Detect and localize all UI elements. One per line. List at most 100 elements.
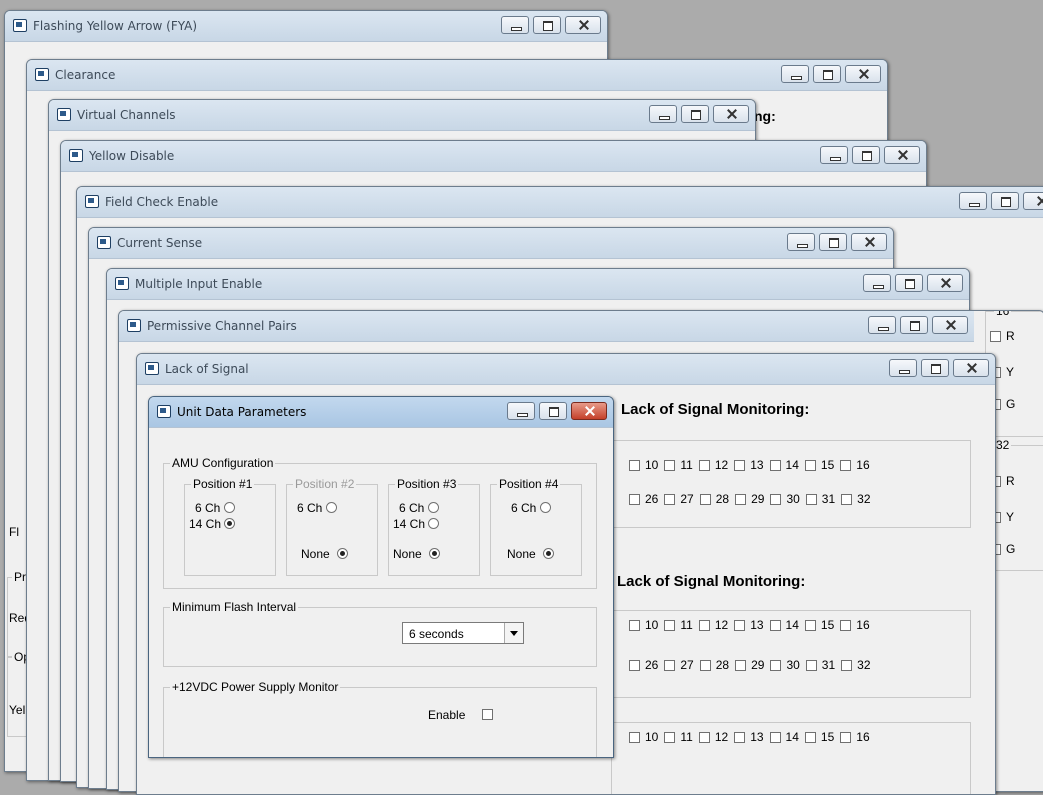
ch-label: 14 bbox=[785, 458, 799, 472]
ch-32-checkbox[interactable] bbox=[841, 493, 853, 505]
ch-15-checkbox[interactable] bbox=[804, 619, 816, 631]
min-flash-select[interactable]: 6 seconds bbox=[402, 622, 524, 644]
position-2-6ch[interactable]: 6 Ch bbox=[297, 501, 337, 515]
position-3-6ch-radio[interactable] bbox=[427, 502, 439, 513]
close-button[interactable] bbox=[927, 274, 963, 292]
ch-16-checkbox[interactable] bbox=[840, 731, 852, 743]
position-4-6ch[interactable]: 6 Ch bbox=[511, 501, 551, 515]
close-button[interactable] bbox=[884, 146, 920, 164]
minimize-button[interactable] bbox=[959, 192, 987, 210]
maximize-button[interactable] bbox=[533, 16, 561, 34]
ch-29-checkbox[interactable] bbox=[735, 493, 747, 505]
ch-26-checkbox[interactable] bbox=[629, 493, 640, 505]
ch-16-checkbox[interactable] bbox=[840, 459, 852, 471]
ch-12-checkbox[interactable] bbox=[698, 731, 710, 743]
virtual-channels-titlebar[interactable]: Virtual Channels bbox=[49, 100, 755, 131]
position-3-14ch-radio[interactable] bbox=[428, 518, 440, 529]
clearance-titlebar[interactable]: Clearance bbox=[27, 60, 887, 91]
ch-10-checkbox[interactable] bbox=[629, 731, 640, 743]
ch-13-checkbox[interactable] bbox=[734, 459, 746, 471]
maximize-button[interactable] bbox=[681, 105, 709, 123]
ch-30-checkbox[interactable] bbox=[770, 493, 782, 505]
maximize-button[interactable] bbox=[900, 316, 928, 334]
permissive-titlebar[interactable]: Permissive Channel Pairs bbox=[119, 311, 974, 342]
close-button[interactable] bbox=[1023, 192, 1043, 210]
minimize-button[interactable] bbox=[501, 16, 529, 34]
unit-data-titlebar[interactable]: Unit Data Parameters bbox=[149, 397, 613, 428]
unit-data-window[interactable]: Unit Data Parameters AMU Configuration P… bbox=[148, 396, 614, 758]
ch-26-checkbox[interactable] bbox=[629, 659, 640, 671]
ch-27-checkbox[interactable] bbox=[664, 493, 676, 505]
close-button[interactable] bbox=[851, 233, 887, 251]
maximize-button[interactable] bbox=[852, 146, 880, 164]
close-button[interactable] bbox=[571, 402, 607, 420]
r-16-checkbox[interactable] bbox=[990, 330, 1001, 342]
position-4-none[interactable]: None bbox=[507, 547, 555, 561]
ch-27-checkbox[interactable] bbox=[664, 659, 676, 671]
minimize-button[interactable] bbox=[889, 359, 917, 377]
ch-15-checkbox[interactable] bbox=[804, 731, 816, 743]
minimize-button[interactable] bbox=[820, 146, 848, 164]
ch-10-checkbox[interactable] bbox=[629, 619, 640, 631]
fya-titlebar[interactable]: Flashing Yellow Arrow (FYA) bbox=[5, 11, 607, 42]
minimize-button[interactable] bbox=[507, 402, 535, 420]
position-1-6ch-radio[interactable] bbox=[223, 502, 235, 513]
ch-14-checkbox[interactable] bbox=[769, 459, 781, 471]
ch-11-checkbox[interactable] bbox=[664, 619, 676, 631]
chevron-down-icon[interactable] bbox=[504, 623, 523, 643]
close-button[interactable] bbox=[932, 316, 968, 334]
maximize-button[interactable] bbox=[813, 65, 841, 83]
ch-16-checkbox[interactable] bbox=[840, 619, 852, 631]
lack-of-signal-titlebar[interactable]: Lack of Signal bbox=[137, 354, 995, 385]
maximize-button[interactable] bbox=[895, 274, 923, 292]
position-3-none[interactable]: None bbox=[393, 547, 441, 561]
multiple-input-titlebar[interactable]: Multiple Input Enable bbox=[107, 269, 969, 300]
position-1-14ch[interactable]: 14 Ch bbox=[189, 517, 236, 531]
power-monitor-enable-checkbox[interactable] bbox=[482, 709, 493, 720]
ch-13-checkbox[interactable] bbox=[734, 619, 746, 631]
ch-30-checkbox[interactable] bbox=[770, 659, 782, 671]
position-1-14ch-radio[interactable] bbox=[224, 518, 236, 529]
position-4-none-radio[interactable] bbox=[543, 548, 555, 559]
ch-10-checkbox[interactable] bbox=[629, 459, 640, 471]
minimize-button[interactable] bbox=[787, 233, 815, 251]
current-sense-titlebar[interactable]: Current Sense bbox=[89, 228, 893, 259]
position-3-none-radio[interactable] bbox=[429, 548, 441, 559]
ch-11-checkbox[interactable] bbox=[664, 731, 676, 743]
minimize-button[interactable] bbox=[863, 274, 891, 292]
position-4-6ch-radio[interactable] bbox=[539, 502, 551, 513]
close-button[interactable] bbox=[845, 65, 881, 83]
ch-28-checkbox[interactable] bbox=[699, 659, 711, 671]
ch-14-checkbox[interactable] bbox=[769, 619, 781, 631]
ch-31-checkbox[interactable] bbox=[805, 493, 817, 505]
ch-29-checkbox[interactable] bbox=[735, 659, 747, 671]
ch-13-checkbox[interactable] bbox=[734, 731, 746, 743]
minimize-button[interactable] bbox=[868, 316, 896, 334]
ch-11-checkbox[interactable] bbox=[664, 459, 676, 471]
ch-31-checkbox[interactable] bbox=[805, 659, 817, 671]
position-2-none[interactable]: None bbox=[301, 547, 349, 561]
close-button[interactable] bbox=[565, 16, 601, 34]
close-button[interactable] bbox=[713, 105, 749, 123]
maximize-button[interactable] bbox=[921, 359, 949, 377]
ch-32-checkbox[interactable] bbox=[841, 659, 853, 671]
ch-12-checkbox[interactable] bbox=[698, 619, 710, 631]
maximize-button[interactable] bbox=[819, 233, 847, 251]
position-1-6ch[interactable]: 6 Ch bbox=[195, 501, 235, 515]
ch-14-checkbox[interactable] bbox=[769, 731, 781, 743]
close-button[interactable] bbox=[953, 359, 989, 377]
ch-28-checkbox[interactable] bbox=[699, 493, 711, 505]
position-1-legend: Position #1 bbox=[191, 477, 255, 491]
yellow-disable-titlebar[interactable]: Yellow Disable bbox=[61, 141, 926, 172]
position-3-6ch[interactable]: 6 Ch bbox=[399, 501, 439, 515]
ch-15-checkbox[interactable] bbox=[804, 459, 816, 471]
maximize-button[interactable] bbox=[539, 402, 567, 420]
minimize-button[interactable] bbox=[781, 65, 809, 83]
maximize-button[interactable] bbox=[991, 192, 1019, 210]
position-2-6ch-radio[interactable] bbox=[325, 502, 337, 513]
position-3-14ch[interactable]: 14 Ch bbox=[393, 517, 440, 531]
field-check-titlebar[interactable]: Field Check Enable bbox=[77, 187, 1043, 218]
minimize-button[interactable] bbox=[649, 105, 677, 123]
position-2-none-radio[interactable] bbox=[337, 548, 349, 559]
ch-12-checkbox[interactable] bbox=[698, 459, 710, 471]
